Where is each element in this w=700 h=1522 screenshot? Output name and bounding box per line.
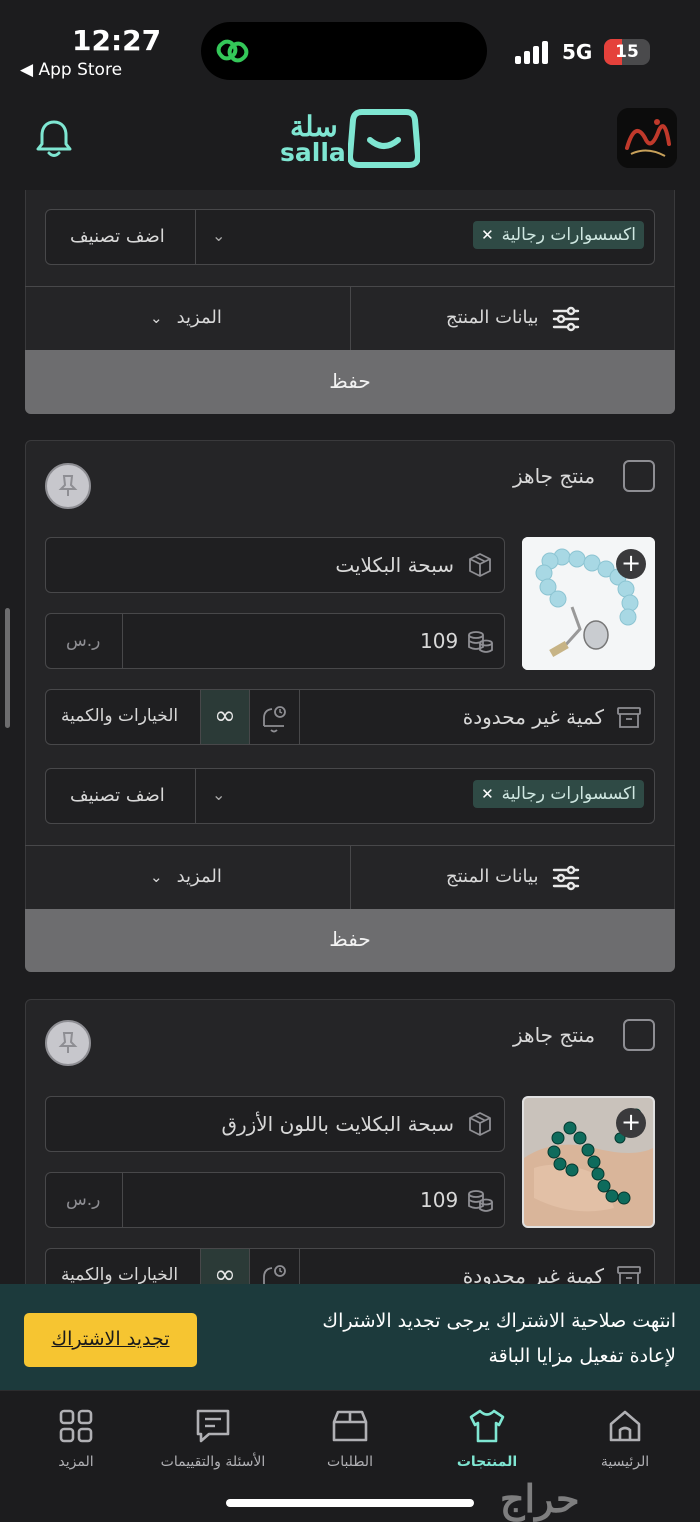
save-button[interactable]: حفظ: [25, 909, 675, 972]
banner-message-line1: انتهت صلاحية الاشتراك يرجى تجديد الاشترا…: [322, 1310, 676, 1332]
message-icon: [196, 1409, 230, 1443]
pin-button[interactable]: [45, 463, 91, 509]
nav-label: الأسئلة والتقييمات: [160, 1454, 266, 1470]
home-indicator[interactable]: [226, 1499, 474, 1507]
add-category-button[interactable]: اضف تصنيف: [70, 226, 165, 247]
product-data-button[interactable]: بيانات المنتج: [446, 866, 538, 887]
nav-more[interactable]: المزيد: [6, 1406, 146, 1470]
sliders-icon: [552, 865, 580, 891]
save-button[interactable]: حفظ: [25, 350, 675, 414]
category-chip-label: اكسسوارات رجالية: [501, 784, 636, 804]
unlimited-toggle[interactable]: ∞: [201, 690, 249, 744]
store-avatar[interactable]: [617, 108, 677, 168]
package-icon: [469, 553, 491, 577]
product-name-value: سبحة البكلايت: [335, 553, 454, 577]
category-chip[interactable]: ✕ اكسسوارات رجالية: [473, 780, 644, 808]
nav-products[interactable]: المنتجات: [417, 1406, 557, 1470]
status-time: 12:27: [72, 24, 162, 57]
currency-label: ر.س: [66, 1190, 101, 1210]
more-dropdown[interactable]: ⌄ المزيد: [150, 307, 222, 328]
price-divider: [122, 1173, 123, 1227]
ready-product-checkbox[interactable]: [623, 460, 655, 492]
signal-icon: [515, 40, 551, 64]
chip-remove-icon[interactable]: ✕: [481, 226, 494, 244]
pin-icon: [58, 475, 78, 496]
nav-label: المنتجات: [456, 1454, 518, 1470]
card-divider: [350, 287, 351, 350]
box-icon: [332, 1410, 368, 1442]
quantity-divider: [249, 690, 250, 744]
chevron-down-icon: ⌄: [150, 868, 163, 886]
ready-product-label: منتج جاهز: [513, 1023, 596, 1047]
price-divider: [122, 614, 123, 668]
grid-icon: [59, 1409, 93, 1443]
chevron-down-icon[interactable]: ⌄: [212, 226, 225, 245]
salla-logo-icon: [348, 109, 420, 168]
product-data-label: بيانات المنتج: [446, 307, 539, 328]
shirt-icon: [469, 1409, 505, 1443]
package-icon: [469, 1112, 491, 1136]
renew-subscription-button[interactable]: تجديد الاشتراك: [24, 1313, 197, 1367]
add-image-button[interactable]: +: [616, 549, 646, 579]
add-category-button[interactable]: اضف تصنيف: [70, 785, 165, 806]
salla-logo-text: salla: [280, 138, 346, 167]
bell-clock-icon: [263, 706, 286, 733]
currency-label: ر.س: [66, 631, 101, 651]
home-icon: [609, 1410, 641, 1442]
category-chip[interactable]: ✕ اكسسوارات رجالية: [473, 221, 644, 249]
bell-icon[interactable]: [34, 118, 74, 160]
haraj-watermark: حراج: [500, 1476, 580, 1521]
stock-alert-button[interactable]: [250, 690, 299, 744]
more-label: المزيد: [176, 866, 222, 887]
nav-home[interactable]: الرئيسية: [555, 1406, 695, 1470]
category-divider: [195, 769, 196, 823]
chevron-down-icon: ⌄: [150, 309, 163, 327]
pin-button[interactable]: [45, 1020, 91, 1066]
price-value: 109: [420, 1188, 459, 1212]
ready-product-checkbox[interactable]: [623, 1019, 655, 1051]
back-to-app-store[interactable]: ◀ App Store: [20, 60, 122, 80]
nav-label: الطلبات: [327, 1454, 373, 1470]
network-type: 5G: [562, 40, 593, 64]
pin-icon: [58, 1032, 78, 1053]
quantity-value[interactable]: كمية غير محدودة: [463, 705, 604, 729]
price-value: 109: [420, 629, 459, 653]
scrollbar[interactable]: [5, 608, 10, 728]
battery-level: 15: [615, 42, 639, 62]
store-logo-icon: [617, 108, 677, 168]
quantity-divider: [200, 690, 201, 744]
category-divider: [195, 210, 196, 264]
category-chip-label: اكسسوارات رجالية: [501, 225, 636, 245]
nav-label: الرئيسية: [600, 1454, 650, 1470]
ready-product-label: منتج جاهز: [513, 464, 596, 488]
battery-icon: 15: [604, 39, 650, 65]
coins-icon: [468, 1190, 493, 1212]
nav-label: المزيد: [58, 1454, 94, 1470]
product-name-value: سبحة البكلايت باللون الأزرق: [221, 1112, 454, 1136]
archive-box-icon: [617, 707, 641, 728]
card-divider: [350, 846, 351, 909]
sliders-icon: [552, 306, 580, 332]
more-dropdown[interactable]: ⌄ المزيد: [150, 866, 222, 887]
options-quantity-button[interactable]: الخيارات والكمية: [61, 1265, 178, 1285]
infinity-icon: ∞: [214, 701, 236, 731]
options-quantity-button[interactable]: الخيارات والكمية: [61, 706, 178, 726]
link-icon: [216, 39, 249, 63]
nav-questions-reviews[interactable]: الأسئلة والتقييمات: [143, 1406, 283, 1470]
chevron-down-icon[interactable]: ⌄: [212, 785, 225, 804]
product-data-button[interactable]: بيانات المنتج: [446, 307, 538, 328]
add-image-button[interactable]: +: [616, 1108, 646, 1138]
chip-remove-icon[interactable]: ✕: [481, 785, 494, 803]
product-data-label: بيانات المنتج: [446, 866, 539, 887]
quantity-divider: [299, 690, 300, 744]
coins-icon: [468, 631, 493, 653]
banner-message-line2: لإعادة تفعيل مزايا الباقة: [488, 1345, 676, 1367]
nav-orders[interactable]: الطلبات: [280, 1406, 420, 1470]
more-label: المزيد: [176, 307, 222, 328]
